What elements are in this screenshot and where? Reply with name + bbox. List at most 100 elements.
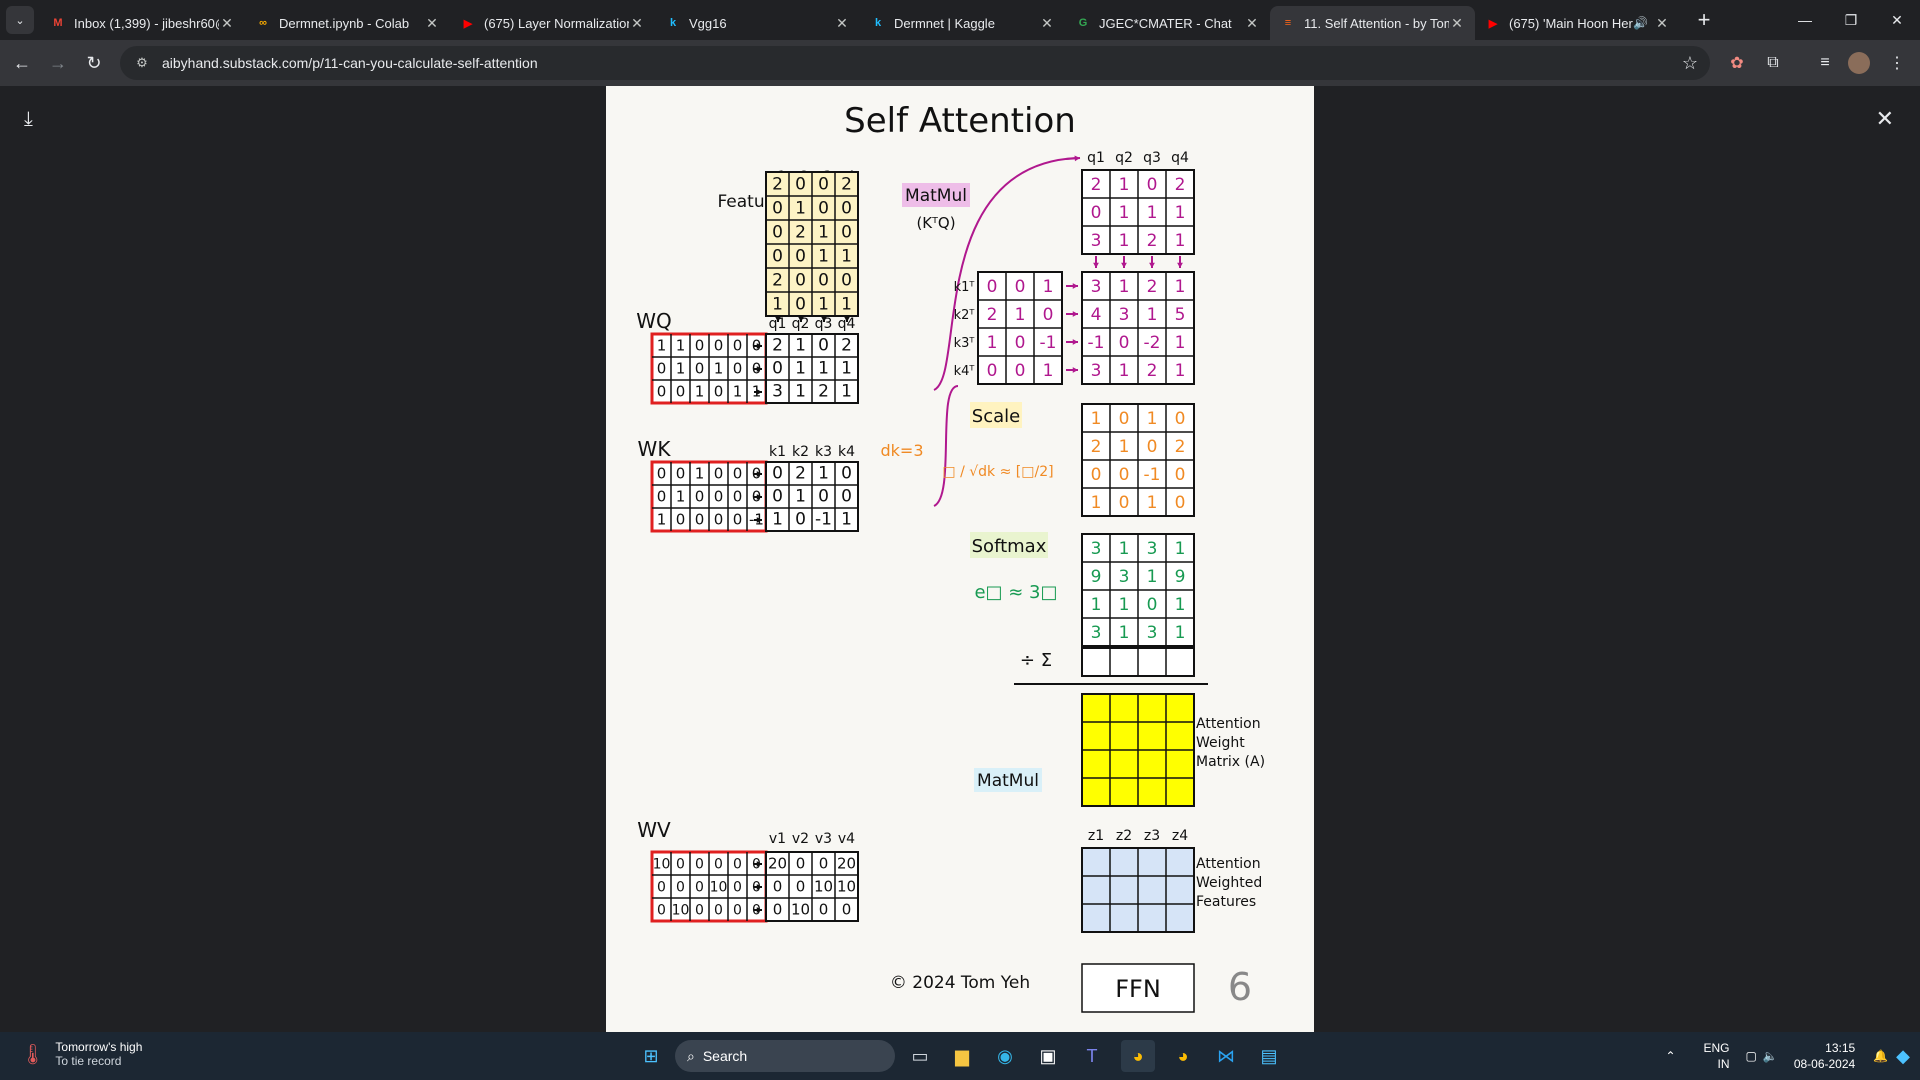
tab-3[interactable]: k Vgg16 ✕ [655, 6, 860, 40]
scaled-matrix-cell: 1 [1147, 493, 1158, 513]
store-icon[interactable]: ▣ [1031, 1040, 1065, 1072]
wv-matrix-cell: 0 [695, 857, 704, 873]
extension-icon[interactable]: ✿ [1724, 50, 1750, 76]
close-window-button[interactable]: ✕ [1874, 0, 1920, 40]
k-header: k1 [769, 444, 786, 460]
wq-matrix-cell: 1 [657, 337, 667, 355]
menu-kebab-icon[interactable]: ⋮ [1884, 50, 1910, 76]
wk-matrix-cell: 1 [657, 511, 667, 529]
tab-2[interactable]: ▶ (675) Layer Normalization ✕ [450, 6, 655, 40]
k-matrix-cell: 1 [841, 510, 852, 530]
restore-button[interactable]: ❐ [1828, 0, 1874, 40]
windows-start-icon[interactable]: ⊞ [634, 1040, 668, 1072]
dk-label: dk=3 [880, 441, 923, 460]
matmul2-label: MatMul [977, 771, 1039, 791]
notepad-icon[interactable]: ▤ [1252, 1040, 1286, 1072]
site-info-icon[interactable]: ⚙ [128, 55, 156, 71]
exp-matrix-cell: 1 [1091, 595, 1102, 615]
wq-matrix-cell: 0 [733, 360, 743, 378]
attention-label: Matrix (A) [1196, 754, 1265, 770]
teams-icon[interactable]: T [1075, 1040, 1109, 1072]
tab-4[interactable]: k Dermnet | Kaggle ✕ [860, 6, 1065, 40]
tab-0[interactable]: M Inbox (1,399) - jibeshr60@ ✕ [40, 6, 245, 40]
close-tab-icon[interactable]: ✕ [424, 15, 440, 32]
q-top-matrix-cell: 2 [1091, 175, 1102, 195]
vscode-icon[interactable]: ⋈ [1209, 1040, 1243, 1072]
wv-matrix-cell: 10 [672, 903, 690, 919]
reload-button[interactable]: ↻ [76, 45, 112, 81]
close-tab-icon[interactable]: ✕ [1654, 15, 1670, 32]
tab-7[interactable]: ▶ (675) 'Main Hoon Hero 🔊 ✕ [1475, 6, 1680, 40]
chrome-icon[interactable]: ◕ [1121, 1040, 1155, 1072]
wk-matrix-cell: 1 [676, 488, 686, 506]
v-header: v4 [838, 831, 855, 847]
back-button[interactable]: ← [4, 45, 40, 81]
tab-6[interactable]: ≡ 11. Self Attention - by Tom ✕ [1270, 6, 1475, 40]
close-tab-icon[interactable]: ✕ [219, 15, 235, 32]
close-tab-icon[interactable]: ✕ [1449, 15, 1465, 32]
wv-matrix-cell: 0 [733, 857, 742, 873]
features-matrix-cell: 0 [795, 270, 806, 290]
close-tab-icon[interactable]: ✕ [629, 15, 645, 32]
sum-label: ÷ Σ [1020, 650, 1052, 671]
kt-matrix-cell: 2 [987, 305, 998, 325]
wv-matrix-cell: 0 [714, 903, 723, 919]
score-matrix-cell: 3 [1119, 305, 1130, 325]
search-icon: ⌕ [687, 1047, 695, 1064]
q-down-arrow-head [1093, 262, 1099, 268]
score-matrix-cell: -1 [1088, 333, 1105, 353]
edge-icon[interactable]: ◉ [988, 1040, 1022, 1072]
k-matrix-cell: 0 [795, 510, 806, 530]
q-top-matrix-cell: 3 [1091, 231, 1102, 251]
close-tab-icon[interactable]: ✕ [834, 15, 850, 32]
q-matrix-cell: 0 [818, 336, 829, 356]
close-icon[interactable]: ✕ [1876, 106, 1894, 132]
exp-matrix-cell: 3 [1147, 539, 1158, 559]
media-control-icon[interactable]: ≡ [1812, 50, 1838, 76]
tab-title: (675) 'Main Hoon Hero [1509, 15, 1634, 31]
windows-taskbar: 🌡 Tomorrow's high To tie record ⊞ ⌕ Sear… [0, 1032, 1920, 1080]
url-text[interactable]: aibyhand.substack.com/p/11-can-you-calcu… [162, 55, 538, 71]
chrome-profile-icon[interactable]: ◕ [1166, 1040, 1200, 1072]
clock-date: 08-06-2024 [1793, 1057, 1856, 1071]
close-tab-icon[interactable]: ✕ [1244, 15, 1260, 32]
q-matrix-cell: 2 [841, 336, 852, 356]
bookmark-star-icon[interactable]: ☆ [1682, 53, 1698, 74]
z-header: z2 [1116, 828, 1132, 844]
address-bar[interactable]: ⚙ aibyhand.substack.com/p/11-can-you-cal… [120, 46, 1710, 80]
close-tab-icon[interactable]: ✕ [1039, 15, 1055, 32]
tab-search-button[interactable]: ⌄ [6, 6, 34, 34]
chevron-up-icon[interactable]: ⌃ [1665, 1049, 1675, 1063]
extensions-puzzle-icon[interactable]: ⧉ [1760, 50, 1786, 76]
language-indicator[interactable]: ENG IN [1704, 1040, 1730, 1072]
score-matrix-cell: -2 [1144, 333, 1161, 353]
tab-5[interactable]: G JGEC*CMATER - Chat ✕ [1065, 6, 1270, 40]
network-icon[interactable]: ▢ [1746, 1049, 1757, 1063]
clock[interactable]: 13:15 08-06-2024 [1794, 1040, 1855, 1072]
wv-matrix-cell: 10 [653, 857, 671, 873]
matmul1-label: MatMul [905, 186, 967, 206]
copilot-icon[interactable]: ◆ [1896, 1046, 1910, 1067]
minimize-button[interactable]: — [1782, 0, 1828, 40]
task-view-icon[interactable]: ▭ [903, 1040, 937, 1072]
v-matrix-cell: 10 [791, 901, 810, 919]
profile-avatar[interactable] [1848, 52, 1870, 74]
volume-icon[interactable]: 🔈 [1763, 1049, 1778, 1063]
wv-matrix-cell: 10 [710, 880, 728, 896]
score-matrix-cell: 4 [1091, 305, 1102, 325]
new-tab-button[interactable]: + [1688, 7, 1720, 33]
forward-button[interactable]: → [40, 45, 76, 81]
weather-widget[interactable]: 🌡 Tomorrow's high To tie record [20, 1040, 142, 1068]
tab-1[interactable]: ∞ Dermnet.ipynb - Colab ✕ [245, 6, 450, 40]
q-down-arrow-head [1149, 262, 1155, 268]
speaker-icon[interactable]: 🔊 [1633, 16, 1648, 30]
download-icon[interactable]: ⤓ [24, 108, 33, 131]
k-matrix-cell: -1 [815, 510, 832, 530]
notification-bell-icon[interactable]: 🔔 [1873, 1049, 1888, 1063]
wv-label: WV [637, 818, 671, 842]
chevron-down-icon: ⌄ [15, 14, 25, 27]
file-explorer-icon[interactable]: ▆ [945, 1040, 979, 1072]
z-header: z4 [1172, 828, 1188, 844]
taskbar-search[interactable]: ⌕ Search [675, 1040, 895, 1072]
tab-title: Inbox (1,399) - jibeshr60@ [74, 15, 219, 31]
